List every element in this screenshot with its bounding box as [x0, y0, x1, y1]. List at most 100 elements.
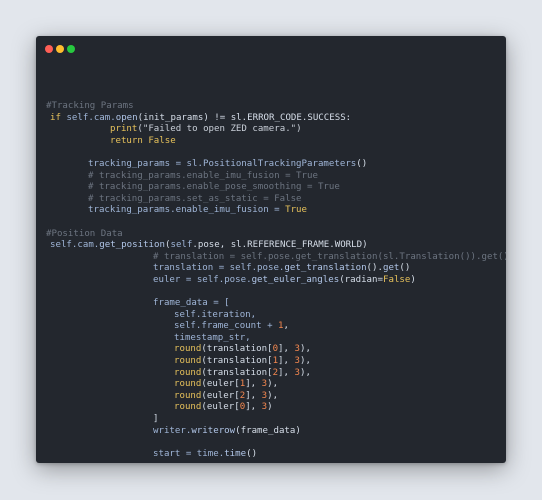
code-token: writer. [153, 425, 192, 436]
code-token: (init_params) != sl.ERROR_CODE.SUCCESS: [137, 112, 352, 123]
code-token: .pose, sl.REFERENCE_FRAME.WORLD) [192, 240, 368, 251]
code-token: round [174, 367, 202, 378]
code-token: False [383, 274, 411, 285]
close-button[interactable] [45, 45, 53, 53]
code-line: round(translation[2], 3), [36, 368, 506, 380]
code-line: frame_data = [ [36, 298, 506, 310]
code-token: # tracking_params.enable_pose_smoothing … [88, 182, 340, 193]
code-window: #Tracking Params if self.cam.open(init_pa… [36, 36, 506, 463]
code-token: (translation[ [201, 367, 273, 378]
code-token: ), [299, 344, 311, 355]
code-line: self.iteration, [36, 310, 506, 322]
code-token: ), [267, 390, 279, 401]
minimize-button[interactable] [56, 45, 64, 53]
code-token: round [174, 402, 202, 413]
code-token: round [174, 390, 202, 401]
code-token: () [356, 158, 368, 169]
code-token: euler = [153, 274, 197, 285]
code-line: round(translation[0], 3), [36, 344, 506, 356]
code-line: round(euler[2], 3), [36, 391, 506, 403]
code-token: get_translation [284, 263, 367, 274]
code-line: translation = self.pose.get_translation(… [36, 263, 506, 275]
code-token: ], [245, 402, 262, 413]
code-token: ] [153, 414, 159, 425]
code-token: (radian= [339, 274, 383, 285]
code-token: self [229, 263, 252, 274]
code-token: frame_data = [ [153, 298, 230, 309]
code-token: start = time. [153, 448, 225, 459]
code-token: (). [366, 263, 383, 274]
code-token: ], [278, 356, 295, 367]
code-token: () [399, 263, 411, 274]
code-token: (translation[ [201, 344, 273, 355]
code-token: (euler[ [201, 402, 240, 413]
maximize-button[interactable] [67, 45, 75, 53]
code-line: self.cam.get_position(self.pose, sl.REFE… [36, 240, 506, 252]
code-token: round [174, 379, 202, 390]
code-token: tracking_params.enable_imu_fusion = [88, 205, 286, 216]
code-token: (euler[ [201, 379, 240, 390]
code-token: (frame_data) [235, 425, 301, 436]
code-token: (euler[ [201, 390, 240, 401]
code-token: # tracking_params.enable_imu_fusion = Tr… [88, 170, 318, 181]
code-line: round(euler[0], 3) [36, 402, 506, 414]
code-token: ], [245, 379, 262, 390]
code-token: ), [267, 379, 279, 390]
code-token: tracking_params = sl. [88, 158, 203, 169]
code-token: ], [278, 367, 295, 378]
code-line: # tracking_params.enable_pose_smoothing … [36, 182, 506, 194]
code-token: ), [299, 356, 311, 367]
code-line: #Position Data [36, 229, 506, 241]
code-line: tracking_params = sl.PositionalTrackingP… [36, 159, 506, 171]
code-token: time [224, 448, 247, 459]
code-token: True [285, 205, 308, 216]
code-line: self.frame_count + 1, [36, 321, 506, 333]
code-token: .pose. [218, 274, 252, 285]
code-token: open [115, 112, 138, 123]
code-token: .frame_count + [195, 321, 279, 332]
code-line: #Tracking Params [36, 101, 506, 113]
code-token: # tracking_params.set_as_static = False [88, 193, 302, 204]
code-token: writerow [191, 425, 236, 436]
code-token: ("Failed to open ZED camera.") [137, 124, 302, 135]
code-token: #Tracking Params [46, 101, 134, 111]
code-line: euler = self.pose.get_euler_angles(radia… [36, 275, 506, 287]
code-token: self [174, 309, 196, 320]
code-line: round(translation[1], 3), [36, 356, 506, 368]
code-token: .pose. [251, 263, 285, 274]
code-token: ) [410, 274, 416, 285]
code-line: writer.writerow(frame_data) [36, 426, 506, 438]
code-token: self [50, 240, 72, 251]
code-token: self [170, 240, 193, 251]
code-line: start = time.time() [36, 449, 506, 461]
code-token: PositionalTrackingParameters [202, 158, 357, 169]
code-token: # translation = self.pose.get_translatio… [153, 251, 506, 262]
code-token: translation = [153, 263, 230, 274]
code-token: round [174, 356, 202, 367]
code-token: .iteration, [195, 309, 257, 320]
code-line: return False [36, 136, 506, 148]
code-token: ), [299, 367, 311, 378]
code-token: () [246, 448, 258, 459]
code-line: round(euler[1], 3), [36, 379, 506, 391]
code-token: timestamp_str, [174, 332, 251, 343]
code-token: .cam. [88, 112, 116, 123]
code-token: get_position [99, 240, 165, 251]
code-token: ], [245, 390, 262, 401]
code-line: # translation = self.pose.get_translatio… [36, 252, 506, 264]
code-token: return [110, 135, 149, 146]
code-token: ) [267, 402, 273, 413]
code-token: get_euler_angles [251, 274, 340, 285]
code-line: ] [36, 414, 506, 426]
code-block: #Tracking Params if self.cam.open(init_pa… [36, 101, 506, 460]
code-token: , [283, 321, 289, 332]
code-token: (translation[ [201, 356, 273, 367]
code-line: # tracking_params.set_as_static = False [36, 194, 506, 206]
code-token: self [66, 112, 89, 123]
code-line: timestamp_str, [36, 333, 506, 345]
code-token: print [110, 124, 138, 135]
code-token: get [382, 263, 400, 274]
